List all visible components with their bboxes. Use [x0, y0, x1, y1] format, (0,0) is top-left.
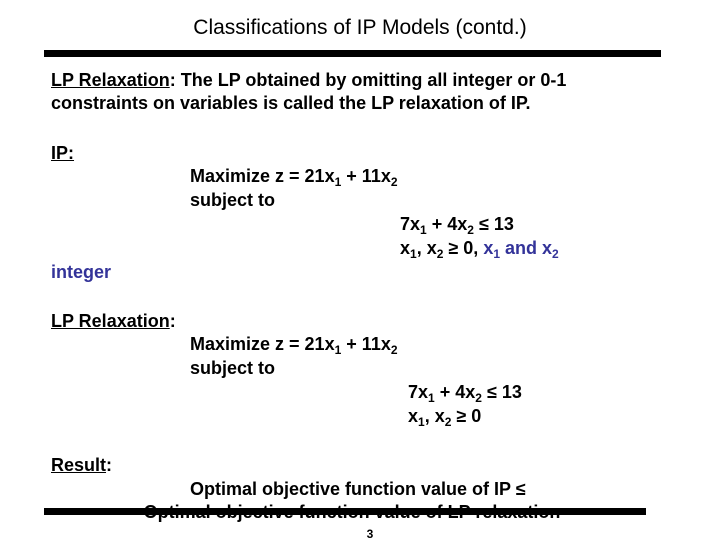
result-line-1: Optimal objective function value of IP ≤ [190, 479, 526, 499]
ip-constraint-1: 7x1 + 4x2 ≤ 13 [400, 214, 514, 237]
integer-word: integer [51, 262, 112, 282]
integer-variables: x1 and x2 [483, 238, 559, 261]
definition-term: LP Relaxation [51, 70, 170, 90]
page-number: 3 [366, 527, 374, 541]
ip-subject-to: subject to [190, 190, 276, 210]
lp-subject-to: subject to [190, 358, 276, 378]
lp-heading-line: LP Relaxation: [51, 311, 176, 331]
title-divider [44, 50, 661, 57]
lp-constraint-2: x1, x2 ≥ 0 [408, 406, 482, 429]
definition-line-2: constraints on variables is called the L… [51, 93, 531, 113]
definition-line-1: LP Relaxation: The LP obtained by omitti… [51, 70, 567, 90]
lp-heading: LP Relaxation [51, 311, 170, 331]
ip-objective: Maximize z = 21x1 + 11x2 [190, 166, 398, 189]
slide-title: Classifications of IP Models (contd.) [193, 16, 527, 39]
ip-heading: IP: [51, 143, 75, 163]
definition-text: The LP obtained by omitting all integer … [175, 70, 567, 90]
result-heading-line: Result: [51, 455, 113, 475]
footer-divider [44, 508, 646, 515]
result-heading: Result [51, 455, 107, 475]
ip-constraint-2: x1, x2 ≥ 0, x1 and x2 [400, 238, 559, 261]
lp-objective: Maximize z = 21x1 + 11x2 [190, 334, 398, 357]
lp-constraint-1: 7x1 + 4x2 ≤ 13 [408, 382, 522, 405]
